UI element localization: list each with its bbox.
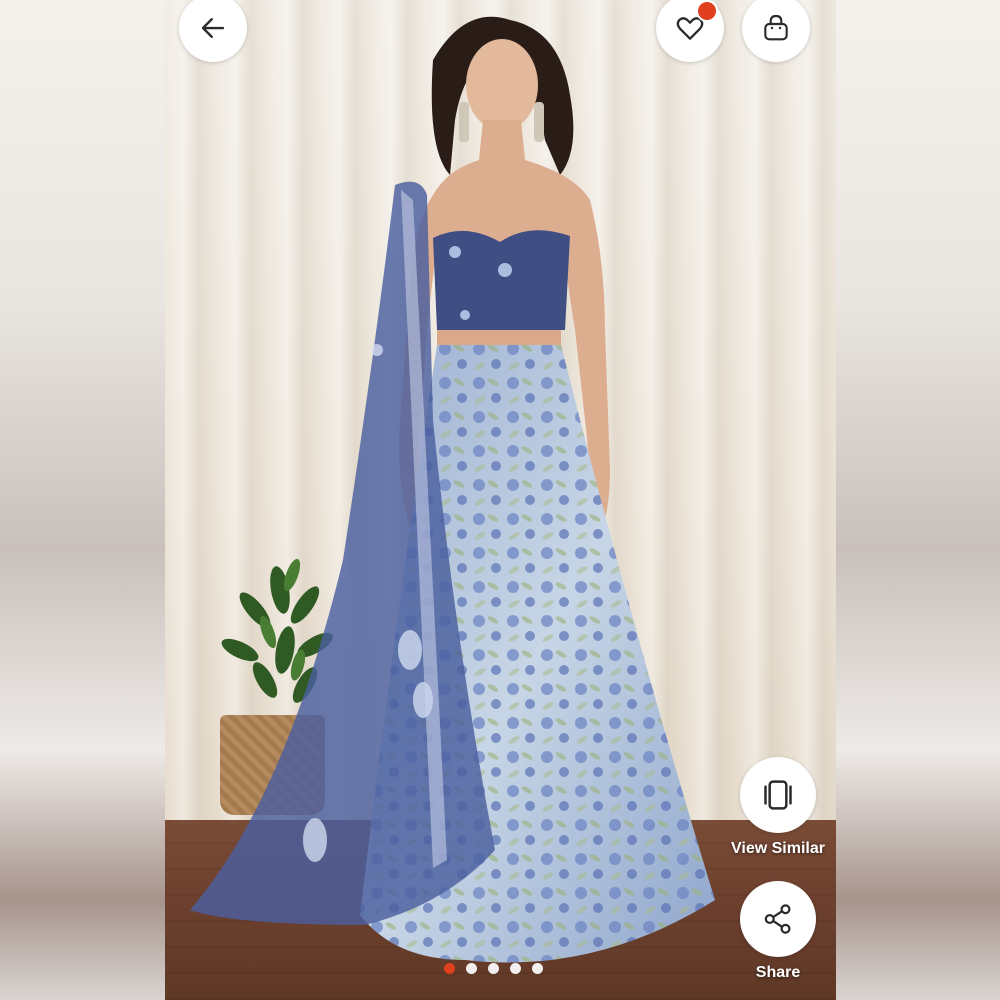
pagination-dot[interactable] — [466, 963, 477, 974]
pagination-dot[interactable] — [488, 963, 499, 974]
pagination-dot[interactable] — [532, 963, 543, 974]
share-label[interactable]: Share — [708, 964, 848, 982]
pagination-dot-active[interactable] — [444, 963, 455, 974]
share-icon — [764, 904, 791, 934]
pagination-dot[interactable] — [510, 963, 521, 974]
blurred-background-left — [0, 0, 165, 1000]
blurred-background-right — [836, 0, 1000, 1000]
image-pagination — [444, 963, 543, 974]
share-button[interactable] — [740, 881, 816, 957]
view-similar-button[interactable] — [740, 757, 816, 833]
view-similar-label[interactable]: View Similar — [708, 840, 848, 858]
view-similar-icon — [764, 780, 792, 810]
shopping-bag-icon — [764, 14, 788, 41]
arrow-left-icon — [201, 18, 225, 38]
wishlist-badge — [696, 0, 718, 22]
